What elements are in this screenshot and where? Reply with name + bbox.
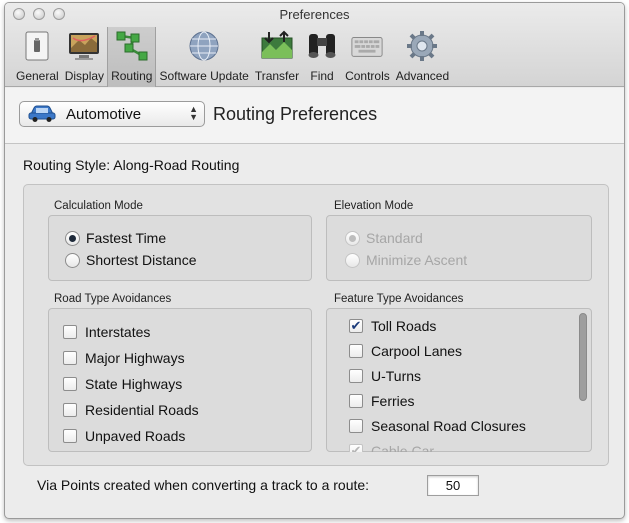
avoid-carpool-lanes-checkbox[interactable]: Carpool Lanes	[349, 338, 526, 363]
checkmark-icon: ✔	[349, 443, 363, 452]
checkbox-unchecked	[349, 368, 363, 383]
toolbar-label: General	[16, 69, 59, 83]
fastest-time-radio[interactable]: Fastest Time	[65, 227, 197, 249]
checkbox-label: Carpool Lanes	[371, 342, 463, 359]
standard-radio[interactable]: Standard	[345, 227, 467, 249]
checkbox-unchecked	[349, 393, 363, 408]
checkbox-unchecked	[349, 418, 363, 433]
options-panel: Calculation Mode Fastest Time Shortest D…	[23, 184, 609, 466]
via-points-label: Via Points created when converting a tra…	[37, 477, 370, 493]
avoid-state-highways-checkbox[interactable]: State Highways	[63, 371, 199, 397]
radio-unselected	[65, 252, 80, 268]
avoid-residential-roads-checkbox[interactable]: Residential Roads	[63, 397, 199, 423]
toolbar-label: Software Update	[159, 69, 249, 83]
checkbox-label: Ferries	[371, 392, 415, 409]
preferences-window: Preferences General Display Routing Soft…	[4, 2, 625, 519]
elevation-mode-group: Standard Minimize Ascent	[326, 215, 592, 281]
avoid-ferries-checkbox[interactable]: Ferries	[349, 388, 526, 413]
checkbox-label: Interstates	[85, 324, 151, 340]
radio-label: Fastest Time	[86, 230, 167, 246]
avoid-major-highways-checkbox[interactable]: Major Highways	[63, 345, 199, 371]
checkbox-unchecked	[63, 377, 77, 391]
radio-unselected	[345, 252, 360, 268]
preferences-toolbar: General Display Routing Software Update …	[13, 25, 452, 87]
toolbar-label: Transfer	[254, 69, 300, 83]
scrollbar-thumb[interactable]	[579, 313, 587, 401]
transfer-icon	[260, 29, 294, 63]
toolbar-general[interactable]: General	[13, 27, 62, 87]
vertical-scrollbar[interactable]	[579, 313, 587, 447]
profile-popup-value: Automotive	[66, 105, 142, 123]
calculation-mode-group: Fastest Time Shortest Distance	[48, 215, 312, 281]
radio-selected	[65, 230, 80, 246]
profile-popup[interactable]: Automotive ▲ ▼	[19, 101, 205, 127]
road-type-avoidances-label: Road Type Avoidances	[54, 293, 172, 305]
avoid-interstates-checkbox[interactable]: Interstates	[63, 319, 199, 345]
toolbar-routing[interactable]: Routing	[107, 27, 157, 87]
radio-label: Minimize Ascent	[366, 252, 468, 268]
checkbox-label: U-Turns	[371, 367, 422, 384]
display-monitor-icon	[67, 29, 101, 63]
minimize-ascent-radio[interactable]: Minimize Ascent	[345, 249, 467, 271]
page-title: Routing Preferences	[213, 104, 378, 124]
car-icon	[28, 105, 56, 123]
shortest-distance-radio[interactable]: Shortest Distance	[65, 249, 197, 271]
radio-label: Shortest Distance	[86, 252, 197, 268]
calculation-mode-label: Calculation Mode	[54, 200, 143, 212]
toolbar-software-update[interactable]: Software Update	[156, 27, 251, 87]
toolbar-label: Advanced	[395, 69, 450, 83]
checkbox-label: Seasonal Road Closures	[371, 417, 526, 434]
checkbox-label: State Highways	[85, 376, 183, 392]
avoid-toll-roads-checkbox[interactable]: ✔ Toll Roads	[349, 313, 526, 338]
checkbox-label: Residential Roads	[85, 402, 199, 418]
elevation-mode-label: Elevation Mode	[334, 200, 414, 212]
general-switch-icon	[20, 29, 54, 63]
checkbox-label: Unpaved Roads	[85, 428, 186, 444]
toolbar-label: Controls	[345, 69, 390, 83]
routing-style-label: Routing Style: Along-Road Routing	[23, 157, 240, 173]
avoid-cable-car-checkbox[interactable]: ✔ Cable Car	[349, 438, 526, 452]
avoid-seasonal-road-closures-checkbox[interactable]: Seasonal Road Closures	[349, 413, 526, 438]
popup-arrows-icon: ▲ ▼	[189, 104, 198, 122]
checkbox-label: Major Highways	[85, 350, 185, 366]
checkbox-unchecked	[63, 325, 77, 339]
checkbox-label: Toll Roads	[371, 317, 437, 334]
toolbar-find[interactable]: Find	[302, 27, 342, 87]
toolbar-advanced[interactable]: Advanced	[393, 27, 452, 87]
checkbox-unchecked	[63, 403, 77, 417]
toolbar-transfer[interactable]: Transfer	[252, 27, 302, 87]
toolbar-label: Display	[64, 69, 105, 83]
feature-type-avoidances-group: ✔ Toll Roads Carpool Lanes U-Turns Ferri…	[326, 308, 592, 452]
checkbox-unchecked	[349, 343, 363, 358]
gear-icon	[405, 29, 439, 63]
toolbar-display[interactable]: Display	[62, 27, 107, 87]
avoid-u-turns-checkbox[interactable]: U-Turns	[349, 363, 526, 388]
feature-avoidances-list[interactable]: ✔ Toll Roads Carpool Lanes U-Turns Ferri…	[343, 309, 579, 452]
profile-header: Automotive ▲ ▼ Routing Preferences	[5, 88, 624, 144]
toolbar-label: Routing	[111, 69, 153, 83]
feature-type-avoidances-label: Feature Type Avoidances	[334, 293, 464, 305]
window-title: Preferences	[279, 7, 350, 22]
checkbox-unchecked	[63, 429, 77, 443]
radio-selected	[345, 230, 360, 246]
toolbar-label: Find	[310, 69, 334, 83]
checkbox-label: Cable Car	[371, 442, 435, 453]
globe-icon	[187, 29, 221, 63]
toolbar-controls[interactable]: Controls	[342, 27, 393, 87]
avoid-unpaved-roads-checkbox[interactable]: Unpaved Roads	[63, 423, 199, 449]
via-points-input[interactable]: 50	[427, 475, 479, 496]
binoculars-icon	[305, 29, 339, 63]
routing-nodes-icon	[115, 29, 149, 63]
road-type-avoidances-group: Interstates Major Highways State Highway…	[48, 308, 312, 452]
checkbox-unchecked	[63, 351, 77, 365]
radio-label: Standard	[366, 230, 423, 246]
checkmark-icon: ✔	[349, 318, 363, 333]
keyboard-icon	[350, 29, 384, 63]
title-bar: Preferences General Display Routing Soft…	[5, 3, 624, 87]
